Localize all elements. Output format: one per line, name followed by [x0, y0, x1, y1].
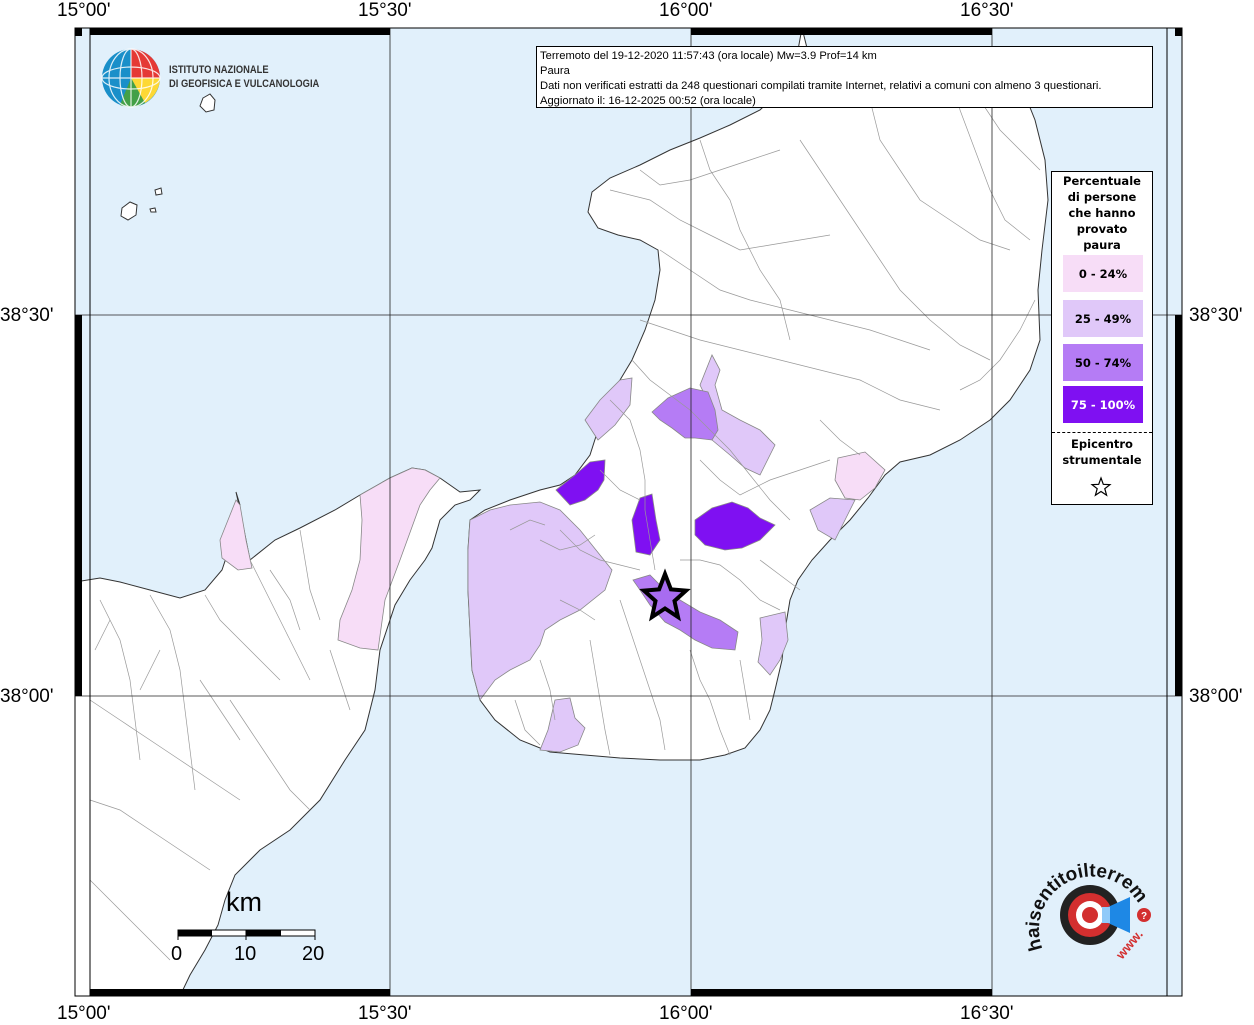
island — [149, 207, 157, 213]
scale-tick-0: 0 — [171, 943, 183, 965]
event-info-box: Terremoto del 19-12-2020 11:57:43 (ora l… — [536, 46, 1153, 108]
legend-epicentre-line: Epicentro — [1071, 437, 1133, 451]
tick-label-left-1: 38°30' — [0, 305, 54, 326]
legend-epicentre-line: strumentale — [1062, 453, 1142, 467]
ingv-logo-text: ISTITUTO NAZIONALE DI GEOFISICA E VULCAN… — [169, 63, 319, 91]
tick-label-right-2: 38°00' — [1189, 686, 1243, 707]
tick-label-bottom-1: 15°00' — [57, 1003, 111, 1024]
tick-label-right-1: 38°30' — [1189, 305, 1243, 326]
scale-tick-20: 20 — [302, 943, 325, 965]
haisentito-logo-icon: haisentitoilterremoto.it ? www. — [1022, 852, 1152, 963]
tick-label-top-1: 15°00' — [57, 0, 111, 21]
tick-label-top-2: 15°30' — [358, 0, 412, 21]
legend-title-line: di persone — [1067, 190, 1137, 204]
legend-class-50-74: 50 - 74% — [1063, 344, 1143, 381]
ingv-line-1: ISTITUTO NAZIONALE — [169, 64, 269, 76]
legend-title-line: Percentuale — [1063, 174, 1141, 188]
legend-class-75-100: 75 - 100% — [1063, 386, 1143, 423]
event-title: Terremoto del 19-12-2020 11:57:43 (ora l… — [540, 50, 877, 62]
legend-epicentre-label: Epicentro strumentale — [1052, 436, 1152, 468]
tick-label-top-4: 16°30' — [960, 0, 1014, 21]
watermark-www: www. — [1112, 927, 1146, 963]
legend-class-25-49: 25 - 49% — [1063, 300, 1143, 337]
epicentre-star-icon — [1090, 476, 1112, 497]
event-data-note: Dati non verificati estratti da 248 ques… — [540, 80, 1102, 92]
legend-separator — [1052, 432, 1152, 433]
ingv-globe-icon — [101, 48, 161, 108]
legend-title-line: paura — [1083, 238, 1121, 252]
tick-label-top-3: 16°00' — [659, 0, 713, 21]
scale-tick-10: 10 — [234, 943, 257, 965]
event-updated: Aggiornato il: 16-12-2025 00:52 (ora loc… — [540, 95, 756, 107]
legend-title-line: che hanno — [1068, 206, 1136, 220]
tick-label-bottom-3: 16°00' — [659, 1003, 713, 1024]
tick-label-left-2: 38°00' — [0, 686, 54, 707]
tick-label-bottom-2: 15°30' — [358, 1003, 412, 1024]
svg-text:?: ? — [1141, 911, 1147, 922]
legend-title: Percentuale di persone che hanno provato… — [1052, 173, 1152, 253]
legend: Percentuale di persone che hanno provato… — [1051, 171, 1153, 505]
legend-class-0-24: 0 - 24% — [1063, 255, 1143, 292]
tick-label-bottom-4: 16°30' — [960, 1003, 1014, 1024]
scale-unit: km — [226, 887, 262, 917]
ingv-line-2: DI GEOFISICA E VULCANOLOGIA — [169, 78, 320, 90]
event-parameter: Paura — [540, 65, 570, 77]
legend-title-line: provato — [1076, 222, 1128, 236]
